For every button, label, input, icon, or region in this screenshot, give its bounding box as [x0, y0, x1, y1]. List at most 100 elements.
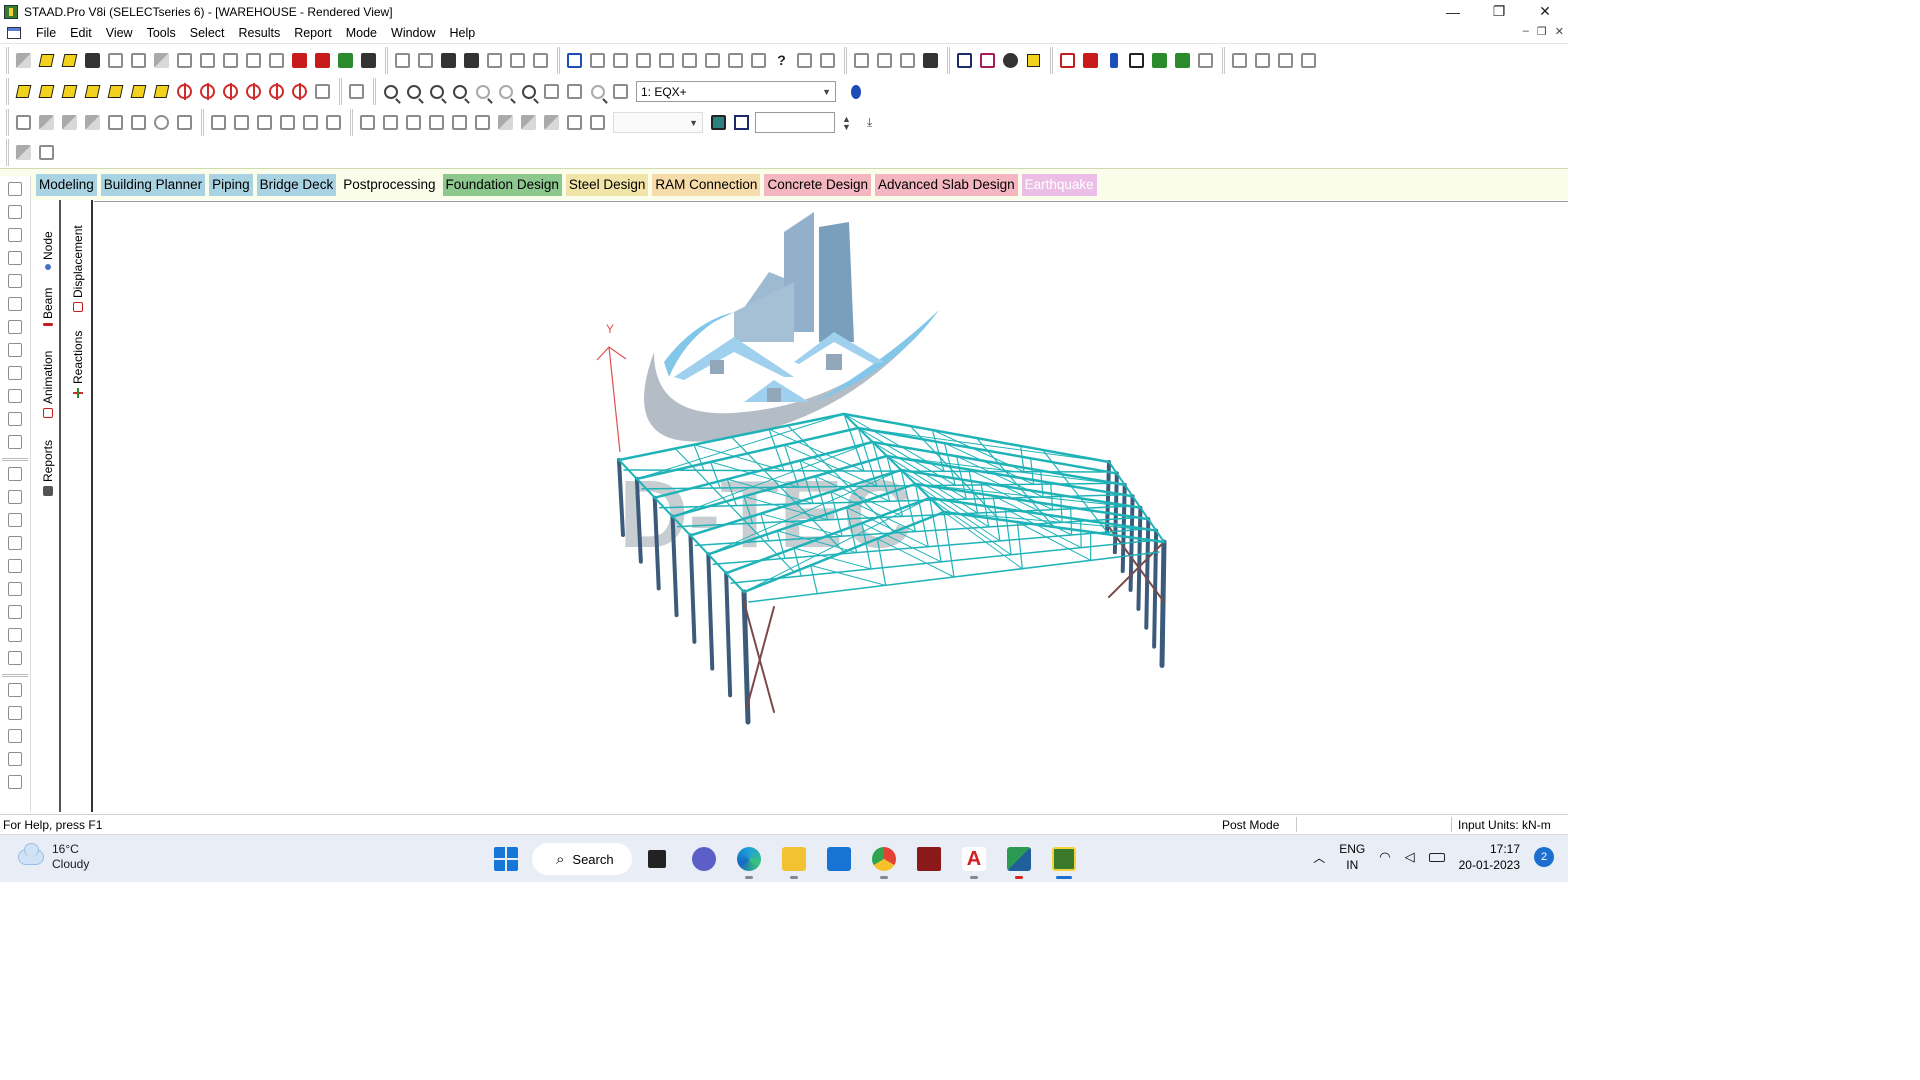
maximize-button[interactable]: ❐	[1476, 0, 1522, 23]
menu-view[interactable]: View	[99, 23, 140, 44]
menu-results[interactable]: Results	[232, 23, 288, 44]
section-button[interactable]	[976, 50, 999, 72]
result-tool-18[interactable]	[425, 112, 448, 134]
result-tool-12[interactable]	[276, 112, 299, 134]
dim-button-3[interactable]	[632, 50, 655, 72]
arch-button[interactable]	[953, 50, 976, 72]
scale-input[interactable]	[755, 112, 835, 133]
result-tool-11[interactable]	[253, 112, 276, 134]
staad-launcher-button[interactable]	[1003, 843, 1035, 879]
select-edit-button[interactable]	[4, 386, 26, 406]
menu-report[interactable]: Report	[287, 23, 339, 44]
tab-earthquake[interactable]: Earthquake	[1021, 173, 1097, 196]
mail-button[interactable]	[823, 843, 855, 875]
edit-button-2[interactable]	[816, 50, 839, 72]
zoom-in-button[interactable]	[425, 81, 448, 103]
edit-button-1[interactable]	[793, 50, 816, 72]
paste-button[interactable]	[150, 50, 173, 72]
result-tool-1[interactable]	[12, 112, 35, 134]
force-button[interactable]	[1079, 50, 1102, 72]
support-button[interactable]	[1022, 50, 1045, 72]
notification-badge[interactable]: 2	[1534, 847, 1554, 867]
select-parallel-button[interactable]	[4, 340, 26, 360]
win-tool-4[interactable]	[1297, 50, 1320, 72]
dim-button-2[interactable]	[609, 50, 632, 72]
report-button[interactable]	[311, 50, 334, 72]
results-combo[interactable]: ▼	[613, 112, 703, 133]
add-node-button[interactable]	[4, 409, 26, 429]
app-dark-button[interactable]	[913, 843, 945, 875]
view-left-button[interactable]	[58, 81, 81, 103]
edge-button[interactable]	[733, 843, 765, 879]
tab-displacement[interactable]: Displacement	[67, 214, 89, 312]
geometry-tool-3[interactable]	[4, 533, 26, 553]
camera-button[interactable]	[460, 50, 483, 72]
result-tool-23[interactable]	[540, 112, 563, 134]
tab-advanced-slab-design[interactable]: Advanced Slab Design	[875, 173, 1018, 196]
print-preview-button[interactable]	[414, 50, 437, 72]
tab-reports[interactable]: Reports	[37, 432, 59, 496]
script-button[interactable]	[1194, 50, 1217, 72]
green-tool-2[interactable]	[1171, 50, 1194, 72]
view-top-button[interactable]	[104, 81, 127, 103]
save-button[interactable]	[81, 50, 104, 72]
tab-node[interactable]: Node	[37, 214, 59, 270]
label-button-3[interactable]	[896, 50, 919, 72]
i-section-button[interactable]	[1102, 50, 1125, 72]
open-file-button[interactable]	[35, 50, 58, 72]
speaker-icon[interactable]: ◁	[1405, 849, 1415, 865]
result-tool-17[interactable]	[402, 112, 425, 134]
select-beams-button[interactable]	[4, 225, 26, 245]
geometry-tool-7[interactable]	[4, 625, 26, 645]
tab-piping[interactable]: Piping	[209, 173, 253, 196]
spin-right-button[interactable]	[288, 81, 311, 103]
open-folder-button[interactable]	[58, 50, 81, 72]
menu-help[interactable]: Help	[442, 23, 482, 44]
dim-button-8[interactable]	[747, 50, 770, 72]
task-view-button[interactable]	[641, 843, 673, 875]
menu-file[interactable]: File	[29, 23, 63, 44]
dim-button-4[interactable]	[655, 50, 678, 72]
geometry-tool-2[interactable]	[4, 510, 26, 530]
monitor-button[interactable]	[707, 112, 730, 134]
hammer-button[interactable]	[357, 50, 380, 72]
dim-button-5[interactable]	[678, 50, 701, 72]
tab-animation[interactable]: Animation	[37, 346, 59, 418]
run-analysis-button[interactable]	[288, 50, 311, 72]
tab-foundation-design[interactable]: Foundation Design	[442, 173, 562, 196]
zoom-dynamic-button[interactable]	[402, 81, 425, 103]
win-tool-3[interactable]	[1274, 50, 1297, 72]
result-tool-14[interactable]	[322, 112, 345, 134]
result-tool-15[interactable]	[356, 112, 379, 134]
result-tool-5[interactable]	[104, 112, 127, 134]
chrome-button[interactable]	[868, 843, 900, 879]
beam-design-button[interactable]	[1056, 50, 1079, 72]
view-back-button[interactable]	[35, 81, 58, 103]
select-solids-button[interactable]	[4, 271, 26, 291]
zoom-window-button[interactable]	[379, 81, 402, 103]
new-view-button[interactable]	[540, 81, 563, 103]
label-button-4[interactable]	[919, 50, 942, 72]
result-tool-19[interactable]	[448, 112, 471, 134]
view-bottom-button[interactable]	[127, 81, 150, 103]
win-tool-2[interactable]	[1251, 50, 1274, 72]
result-tool-9[interactable]	[207, 112, 230, 134]
result-tool-21[interactable]	[494, 112, 517, 134]
tab-beam[interactable]: Beam	[37, 276, 59, 326]
dynamic-rotate-button[interactable]	[311, 81, 334, 103]
taskbar-search[interactable]: ⌕ Search	[532, 843, 632, 875]
label-button-1[interactable]	[850, 50, 873, 72]
clock[interactable]: 17:17 20-01-2023	[1459, 841, 1520, 873]
acrobat-button[interactable]: A	[958, 843, 990, 879]
load-help-button[interactable]	[844, 81, 867, 103]
tab-steel-design[interactable]: Steel Design	[565, 173, 649, 196]
zoom-extents-button[interactable]	[517, 81, 540, 103]
geometry-tool-5[interactable]	[4, 579, 26, 599]
close-button[interactable]: ✕	[1522, 0, 1568, 23]
result-tool-2[interactable]	[35, 112, 58, 134]
result-tool-13[interactable]	[299, 112, 322, 134]
spin-left-button[interactable]	[265, 81, 288, 103]
redo-dropdown[interactable]	[265, 50, 288, 72]
zoom-next-button[interactable]	[494, 81, 517, 103]
new-file-button[interactable]	[12, 50, 35, 72]
